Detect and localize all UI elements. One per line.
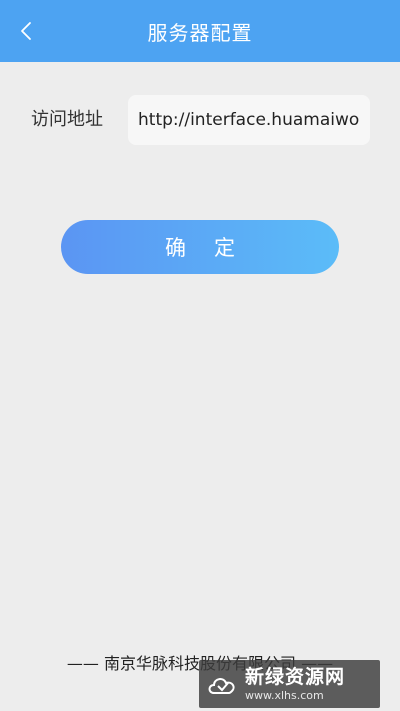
watermark-name: 新绿资源网 bbox=[245, 666, 346, 688]
confirm-button[interactable]: 确定 bbox=[61, 220, 339, 274]
cloud-logo-icon bbox=[199, 660, 245, 708]
page-title: 服务器配置 bbox=[147, 20, 253, 45]
watermark-overlay: 新绿资源网 www.xlhs.com bbox=[199, 660, 380, 708]
address-label: 访问地址 bbox=[31, 109, 103, 130]
address-input[interactable] bbox=[128, 95, 370, 145]
chevron-left-icon bbox=[21, 22, 31, 40]
header-bar: 服务器配置 bbox=[0, 0, 400, 62]
address-row: 访问地址 bbox=[0, 95, 400, 145]
watermark-url: www.xlhs.com bbox=[245, 689, 324, 702]
back-button[interactable] bbox=[14, 17, 38, 45]
watermark-text: 新绿资源网 www.xlhs.com bbox=[245, 665, 345, 703]
